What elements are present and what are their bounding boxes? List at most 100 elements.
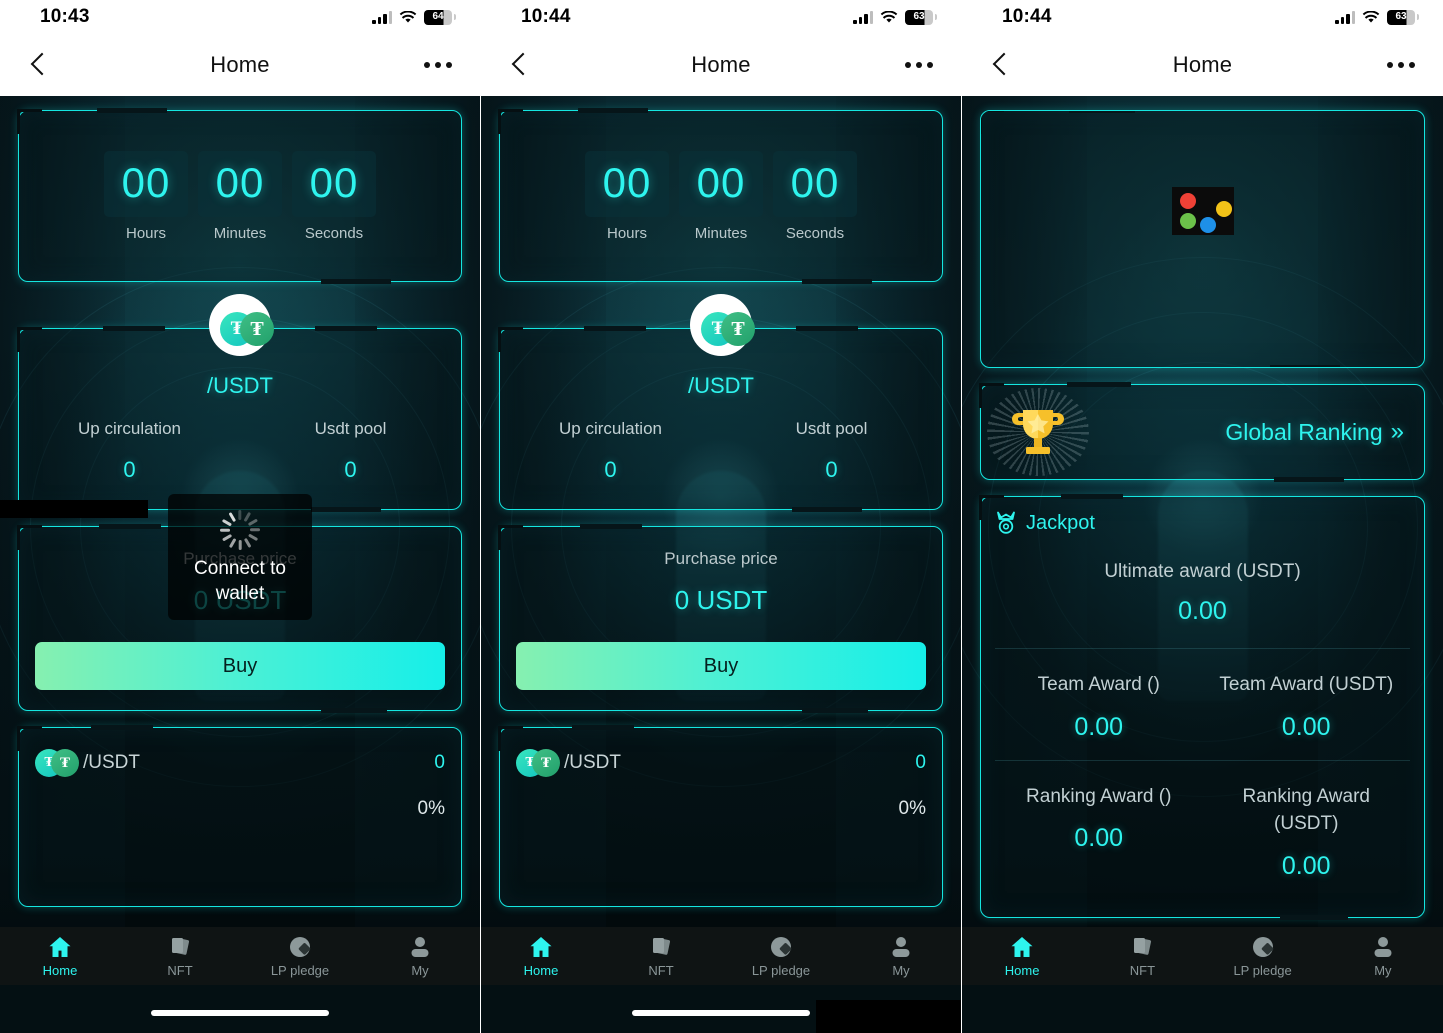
- page-title: Home: [691, 52, 751, 77]
- phone-screen-3: 10:44 63 Home Global Ranking » Jackpot U…: [962, 0, 1443, 1033]
- token-pair-icon: ₮ ₮: [218, 303, 274, 347]
- nav-bar-2: Home: [481, 34, 961, 96]
- loading-spinner-icon: [220, 510, 260, 550]
- home-indicator[interactable]: [151, 1010, 329, 1016]
- home-indicator[interactable]: [632, 1010, 810, 1016]
- back-button[interactable]: [986, 49, 1018, 81]
- global-ranking-link[interactable]: Global Ranking »: [1081, 418, 1410, 446]
- scroll-area-3[interactable]: Global Ranking » Jackpot Ultimate award …: [962, 96, 1443, 1033]
- countdown-minutes-label: Minutes: [694, 224, 748, 242]
- list-item[interactable]: ₮ ₮ /USDT 0: [35, 744, 445, 782]
- render-artifact-left: [0, 500, 148, 518]
- battery-icon: 63: [1387, 9, 1419, 25]
- broken-image-placeholder-icon: [1171, 187, 1234, 235]
- ranking-award-usdt: Ranking Award (USDT) 0.00: [1203, 783, 1411, 881]
- home-icon: [48, 935, 72, 959]
- team-award-token-label: Team Award (): [1037, 674, 1160, 695]
- stat-up-circulation-label: Up circulation: [559, 419, 662, 438]
- countdown-minutes-value: 00: [198, 150, 282, 217]
- token-b-icon: ₮: [721, 312, 755, 346]
- tab-home[interactable]: Home: [0, 935, 120, 978]
- scroll-area-2[interactable]: 00 Hours 00 Minutes 00 Seconds ₮ ₮ /USDT…: [481, 96, 961, 1033]
- team-award-token-value: 0.00: [1074, 712, 1124, 741]
- buy-button[interactable]: Buy: [516, 642, 926, 690]
- diamond-circle-icon: [288, 935, 312, 959]
- pool-stats: Up circulation 0 Usdt pool 0: [500, 419, 942, 509]
- tab-nft[interactable]: NFT: [601, 935, 721, 978]
- countdown-seconds-label: Seconds: [785, 224, 845, 242]
- wifi-icon: [880, 10, 898, 23]
- global-ranking-card[interactable]: Global Ranking »: [980, 382, 1425, 482]
- status-indicators-3: 63: [1335, 9, 1419, 25]
- more-options-button[interactable]: [1387, 62, 1415, 68]
- wifi-icon: [399, 10, 417, 23]
- status-clock-2: 10:44: [521, 6, 571, 27]
- status-indicators: 64: [372, 9, 456, 25]
- tab-home-label: Home: [523, 962, 559, 978]
- countdown-hours: 00 Hours: [104, 150, 188, 242]
- cellular-signal-icon: [372, 10, 392, 24]
- token-pair-badge: ₮ ₮: [209, 294, 274, 356]
- battery-icon: 64: [424, 9, 456, 25]
- tab-my[interactable]: My: [360, 935, 480, 978]
- cards-icon: [1130, 935, 1154, 959]
- tab-lp-pledge[interactable]: LP pledge: [1203, 935, 1323, 978]
- connect-wallet-toast: Connect to wallet: [168, 494, 312, 621]
- global-ranking-label: Global Ranking: [1225, 418, 1383, 445]
- phone-screen-2: 10:44 63 Home 00 Hours 00 Minutes 00 Sec…: [481, 0, 962, 1033]
- countdown-hours-label: Hours: [125, 224, 166, 242]
- purchase-price-value: 0 USDT: [674, 585, 768, 615]
- tab-lp-pledge[interactable]: LP pledge: [721, 935, 841, 978]
- trophy-icon: [987, 388, 1089, 476]
- battery-icon: 63: [905, 9, 937, 25]
- nav-bar-3: Home: [962, 34, 1443, 96]
- back-button[interactable]: [24, 49, 56, 81]
- hero-banner-card[interactable]: [980, 110, 1425, 368]
- stat-usdt-pool: Usdt pool 0: [721, 419, 942, 483]
- list-percent: 0%: [898, 798, 926, 819]
- status-bar-3: 10:44 63: [962, 0, 1443, 34]
- jackpot-header: Jackpot: [995, 511, 1410, 535]
- countdown-hours: 00 Hours: [585, 150, 669, 242]
- countdown-hours-value: 00: [104, 150, 188, 217]
- ranking-award-row: Ranking Award () 0.00 Ranking Award (USD…: [995, 761, 1410, 899]
- purchase-card: Purchase price 0 USDT Buy: [499, 524, 943, 713]
- more-options-button[interactable]: [905, 62, 933, 68]
- countdown-seconds: 00 Seconds: [292, 150, 376, 242]
- bottom-tab-bar-3: Home NFT LP pledge My: [962, 927, 1443, 985]
- list-token-pair-icon: ₮ ₮: [35, 744, 79, 782]
- more-options-button[interactable]: [424, 62, 452, 68]
- buy-button[interactable]: Buy: [35, 642, 445, 690]
- status-indicators-2: 63: [853, 9, 937, 25]
- tab-nft-label: NFT: [167, 962, 193, 978]
- countdown-hours-value: 00: [585, 150, 669, 217]
- list-pair-label: /USDT: [83, 752, 140, 773]
- person-icon: [1372, 935, 1394, 959]
- ranking-award-token-label: Ranking Award (): [1026, 785, 1172, 807]
- list-item[interactable]: ₮ ₮ /USDT 0: [516, 744, 926, 782]
- tab-my[interactable]: My: [841, 935, 961, 978]
- back-button[interactable]: [505, 49, 537, 81]
- tab-my[interactable]: My: [1323, 935, 1443, 978]
- tab-home[interactable]: Home: [962, 935, 1082, 978]
- team-award-usdt: Team Award (USDT) 0.00: [1203, 671, 1411, 742]
- team-award-row: Team Award () 0.00 Team Award (USDT) 0.0…: [995, 649, 1410, 761]
- stat-up-circulation: Up circulation 0: [500, 419, 721, 483]
- tab-home[interactable]: Home: [481, 935, 601, 978]
- token-b-icon: ₮: [240, 312, 274, 346]
- stat-up-circulation-value: 0: [604, 457, 617, 482]
- tab-lp-pledge[interactable]: LP pledge: [240, 935, 360, 978]
- purchase-price-label: Purchase price: [664, 549, 778, 568]
- tab-nft-label: NFT: [1129, 962, 1156, 978]
- jackpot-title: Jackpot: [1026, 511, 1095, 534]
- tab-lp-pledge-label: LP pledge: [270, 962, 330, 978]
- tab-nft[interactable]: NFT: [120, 935, 240, 978]
- stat-up-circulation-value: 0: [123, 457, 136, 482]
- list-amount: 0: [434, 752, 445, 773]
- stat-usdt-pool: Usdt pool 0: [240, 419, 461, 483]
- cards-icon: [649, 935, 673, 959]
- ultimate-award-value: 0.00: [1178, 597, 1227, 625]
- status-bar: 10:43 64: [0, 0, 480, 34]
- tab-nft[interactable]: NFT: [1082, 935, 1202, 978]
- battery-level: 64: [432, 11, 444, 22]
